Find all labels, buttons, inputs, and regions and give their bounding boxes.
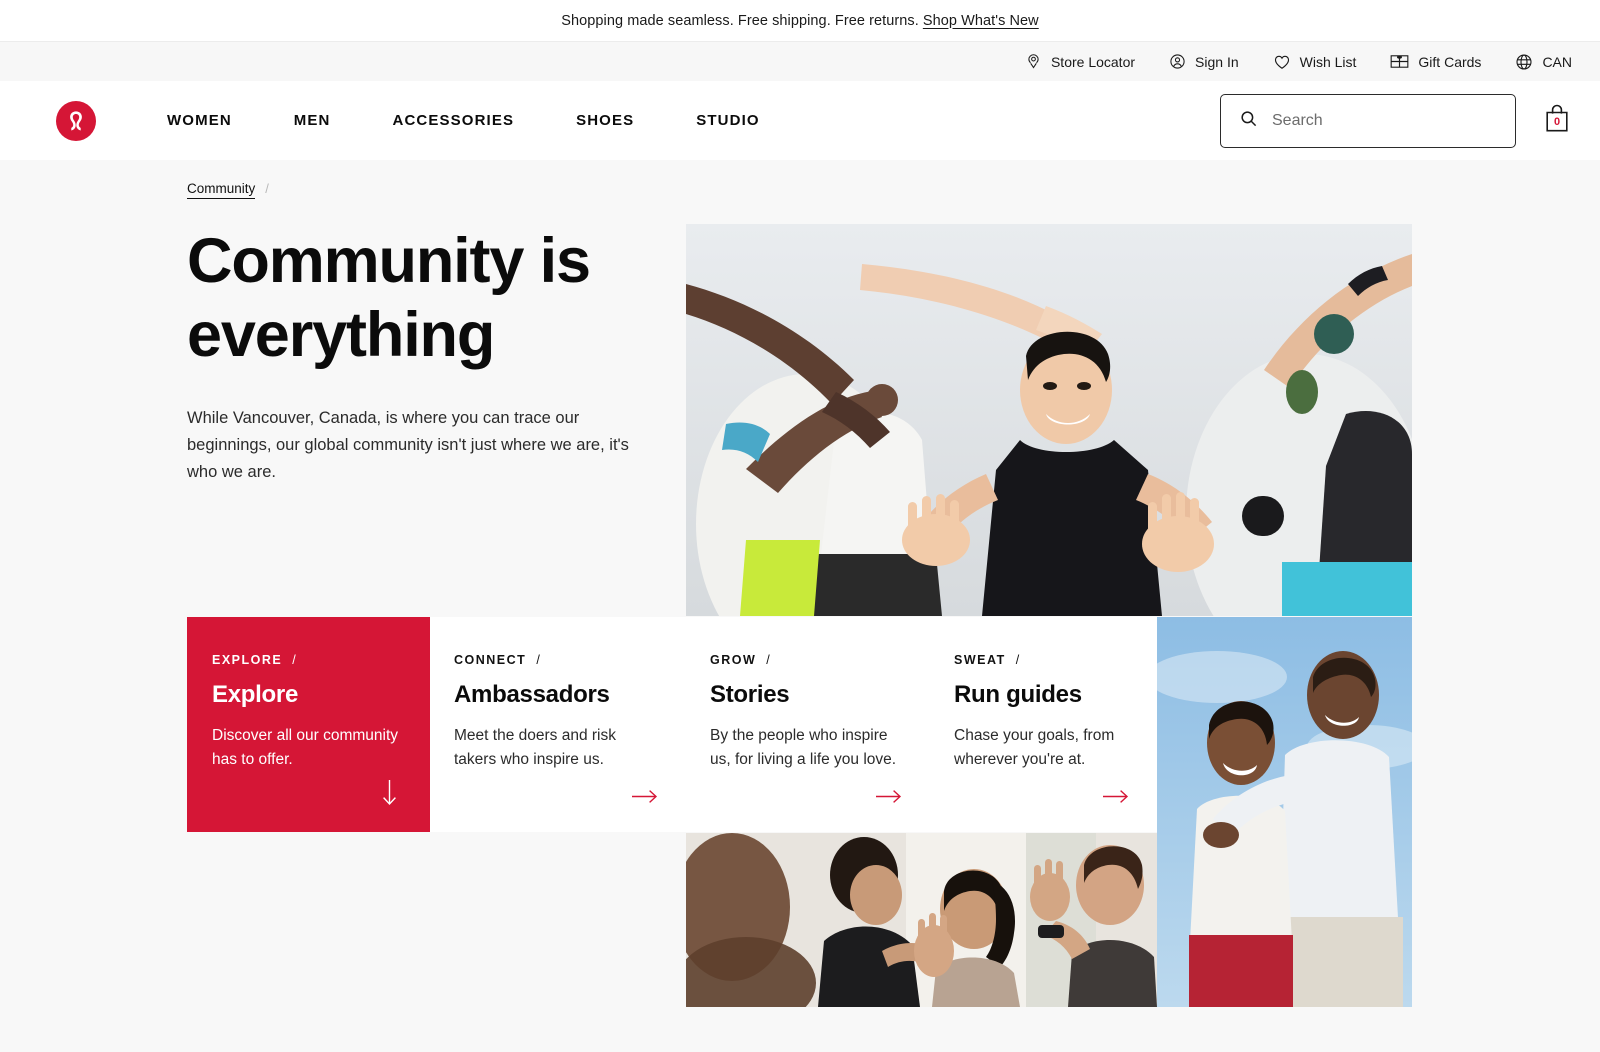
arrow-right-icon[interactable] [1103,789,1129,808]
search-icon [1239,109,1258,133]
search-input[interactable] [1272,111,1497,130]
card-title: Explore [212,681,299,708]
lululemon-logo[interactable] [56,100,96,141]
utility-label: Sign In [1195,53,1239,70]
card-eyebrow-label: SWEAT [954,653,1006,667]
nav-item-studio[interactable]: STUDIO [665,102,790,139]
breadcrumb: Community / [0,160,1600,199]
utility-item-wish-list[interactable]: Wish List [1273,53,1357,71]
hero-text-block: Community is everything While Vancouver,… [187,225,677,486]
card-eyebrow-label: CONNECT [454,653,527,667]
hero-description: While Vancouver, Canada, is where you ca… [187,409,629,481]
utility-label: Store Locator [1050,53,1136,70]
yoga-image [686,833,1157,1007]
utility-label: Gift Cards [1418,53,1482,70]
card-eyebrow: EXPLORE / [212,653,400,667]
couple-image-illustration [1157,617,1412,1007]
yoga-image-illustration [686,833,1157,1007]
card-description: Chase your goals, from wherever you're a… [954,727,1115,769]
nav-item-accessories[interactable]: ACCESSORIES [362,102,546,139]
header-actions: 0 [1220,93,1572,148]
logo-glyph [70,110,82,130]
hero-image-illustration [686,224,1412,616]
promo-banner: Shopping made seamless. Free shipping. F… [0,0,1600,41]
hero-image [686,224,1412,616]
card-eyebrow-label: EXPLORE [212,653,283,667]
card-description: Discover all our community has to offer. [212,727,399,769]
cart-button[interactable]: 0 [1542,104,1572,138]
utility-label: CAN [1542,53,1572,70]
globe-icon [1515,53,1533,71]
breadcrumb-separator: / [265,181,269,196]
page-title-line-2: everything [187,299,495,370]
utility-item-store-locator[interactable]: Store Locator [1025,53,1135,70]
card-explore[interactable]: EXPLORE / Explore Discover all our commu… [187,617,430,832]
promo-link[interactable]: Shop What's New [923,13,1039,29]
card-stories[interactable]: GROW / Stories By the people who inspire… [686,617,930,832]
utility-label: Wish List [1299,53,1357,70]
cart-count-badge: 0 [1553,115,1561,128]
page-root: Shopping made seamless. Free shipping. F… [0,0,1600,1052]
main-header: WOMEN MEN ACCESSORIES SHOES STUDIO Searc… [0,81,1600,160]
card-description: By the people who inspire us, for living… [710,727,897,769]
user-circle-icon [1169,53,1186,70]
utility-nav: Store Locator Sign In Wish List Gift Car… [0,41,1600,81]
card-eyebrow-label: GROW [710,653,757,667]
page-title-line-1: Community is [187,226,591,296]
search-box[interactable] [1220,93,1516,148]
primary-nav: WOMEN MEN ACCESSORIES SHOES STUDIO [136,102,791,139]
couple-image [1157,617,1412,1007]
breadcrumb-item-community[interactable]: Community [187,181,256,199]
card-description: Meet the doers and risk takers who inspi… [454,727,616,769]
arrow-right-icon[interactable] [632,789,658,808]
card-eyebrow-slash: / [1015,653,1021,667]
card-ambassadors[interactable]: CONNECT / Ambassadors Meet the doers and… [430,617,686,832]
promo-text: Shopping made seamless. Free shipping. F… [561,12,919,29]
page-title: Community is everything [187,225,677,372]
gift-card-icon [1390,53,1409,70]
arrow-right-icon[interactable] [876,789,902,808]
nav-item-men[interactable]: MEN [263,102,362,139]
nav-item-women[interactable]: WOMEN [136,102,263,139]
hero-section: Community is everything While Vancouver,… [0,224,1600,617]
card-eyebrow: CONNECT / [454,653,656,667]
utility-item-sign-in[interactable]: Sign In [1169,53,1239,70]
location-pin-icon [1025,53,1042,70]
card-title: Run guides [954,681,1082,708]
card-eyebrow-slash: / [536,653,542,667]
card-eyebrow-slash: / [766,653,772,667]
card-eyebrow: SWEAT / [954,653,1127,667]
utility-item-gift-cards[interactable]: Gift Cards [1390,53,1481,70]
arrow-down-icon[interactable] [382,780,397,810]
card-eyebrow-slash: / [292,653,298,667]
nav-item-shoes[interactable]: SHOES [545,102,665,139]
card-title: Ambassadors [454,681,610,708]
utility-item-region[interactable]: CAN [1515,53,1572,71]
heart-icon [1273,53,1291,71]
card-eyebrow: GROW / [710,653,900,667]
card-run-guides[interactable]: SWEAT / Run guides Chase your goals, fro… [930,617,1157,832]
card-title: Stories [710,681,790,708]
